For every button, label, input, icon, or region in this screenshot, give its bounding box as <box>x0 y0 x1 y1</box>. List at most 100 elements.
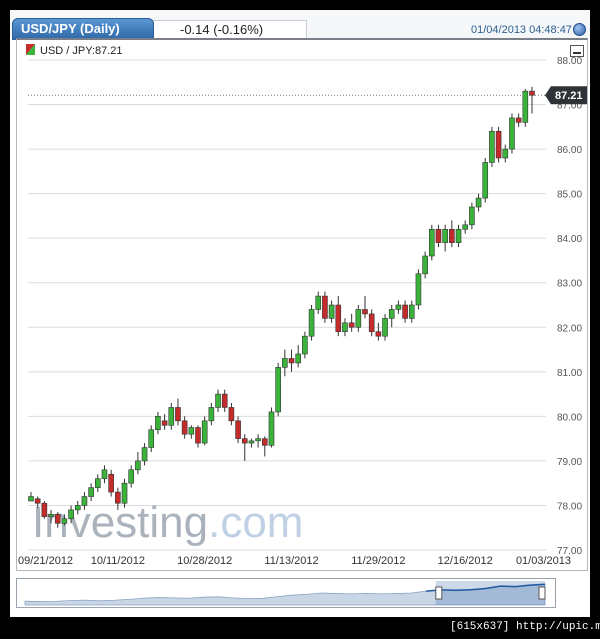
candle <box>221 389 228 412</box>
x-tick-label: 10/28/2012 <box>177 555 232 567</box>
candle <box>495 126 502 163</box>
x-axis-ticks: 09/21/2012 10/11/2012 10/28/2012 11/13/2012… <box>18 555 571 567</box>
candle-body <box>95 478 101 488</box>
x-tick-label: 10/11/2012 <box>91 555 145 567</box>
candle <box>529 86 535 114</box>
candle <box>455 224 462 248</box>
candle-body <box>88 487 94 497</box>
candle-body <box>515 117 522 123</box>
y-tick-label: 88.00 <box>557 56 582 67</box>
candle <box>135 452 141 475</box>
candle <box>288 349 295 372</box>
candle <box>402 300 408 323</box>
candle <box>382 313 388 341</box>
candles <box>28 86 535 528</box>
candle <box>449 220 455 248</box>
y-tick-label: 82.00 <box>557 323 582 334</box>
candle <box>315 291 322 314</box>
candle-body <box>34 498 41 504</box>
candle <box>462 220 469 234</box>
y-axis-ticks: 77.0078.0079.0080.0081.0082.0083.0084.00… <box>557 56 582 557</box>
candle <box>168 403 175 430</box>
candle <box>295 345 302 368</box>
candle <box>469 202 475 230</box>
y-tick-label: 79.00 <box>557 457 582 468</box>
candle-body <box>255 438 261 442</box>
candle-body <box>415 273 422 306</box>
candle-body <box>54 514 61 524</box>
candle <box>28 492 34 502</box>
candle <box>181 416 188 439</box>
candle <box>101 465 108 484</box>
candle-body <box>148 429 155 448</box>
candle-body <box>121 482 128 504</box>
candle-body <box>308 309 315 337</box>
candle-body <box>248 440 255 444</box>
candle-body <box>74 505 81 511</box>
candle <box>121 478 128 508</box>
candle <box>195 425 201 448</box>
candle-body <box>108 473 114 493</box>
candle <box>322 291 328 323</box>
candle-body <box>302 335 308 355</box>
candle-body <box>228 407 235 422</box>
candle-body <box>395 304 402 310</box>
candle <box>208 403 215 426</box>
y-tick-label: 80.00 <box>557 412 582 423</box>
candle-body <box>502 148 509 159</box>
watermark: Investing.com <box>32 498 303 547</box>
candle <box>489 126 495 167</box>
candle <box>395 300 402 314</box>
candle <box>502 144 509 163</box>
candle-body <box>128 469 134 484</box>
candle <box>241 434 248 461</box>
y-tick-label: 86.00 <box>557 145 582 156</box>
candle-body <box>435 228 442 243</box>
candle-body <box>342 322 348 333</box>
candle <box>255 434 261 448</box>
candle-body <box>368 313 375 333</box>
candle-body <box>469 206 475 226</box>
candle <box>215 389 221 412</box>
watermark-text-light: .com <box>208 498 303 547</box>
navigator[interactable] <box>16 578 556 608</box>
y-tick-label: 81.00 <box>557 368 582 379</box>
candle-body <box>195 427 201 444</box>
candle-body <box>442 228 448 243</box>
candle-body <box>135 460 141 471</box>
image-caption: [615x637] http://upic.me/ <box>450 621 600 633</box>
last-price-label: 87.21 <box>555 90 583 102</box>
navigator-handle[interactable] <box>435 586 443 600</box>
y-tick-label: 83.00 <box>557 279 582 290</box>
candle <box>428 224 435 261</box>
candle-body <box>462 224 469 230</box>
navigator-chart[interactable] <box>17 579 555 607</box>
candle <box>522 88 529 127</box>
candle-body <box>201 420 208 444</box>
candle-body <box>155 416 161 431</box>
chart-panel: USD/JPY (Daily) -0.14 (-0.16%) 01/04/201… <box>10 10 590 617</box>
candle-body <box>482 162 489 199</box>
candle <box>128 465 134 488</box>
candle-body <box>115 491 121 504</box>
candle <box>308 305 315 341</box>
candle <box>268 407 275 448</box>
candle <box>95 474 101 493</box>
candle-body <box>275 367 281 413</box>
candle-body <box>529 90 535 96</box>
candle-body <box>388 309 395 319</box>
candle-body <box>375 331 382 337</box>
candle <box>302 331 308 359</box>
candle <box>388 305 395 328</box>
candle-body <box>348 322 355 328</box>
candle <box>368 309 375 337</box>
candle <box>415 269 422 310</box>
navigator-handle[interactable] <box>538 586 546 600</box>
candle <box>328 300 335 323</box>
candle-body <box>362 309 368 315</box>
candle-body <box>221 393 228 408</box>
candle <box>422 251 428 279</box>
candle-body <box>81 496 88 506</box>
last-price-badge: 87.21 <box>545 86 587 105</box>
candle-body <box>168 407 175 426</box>
